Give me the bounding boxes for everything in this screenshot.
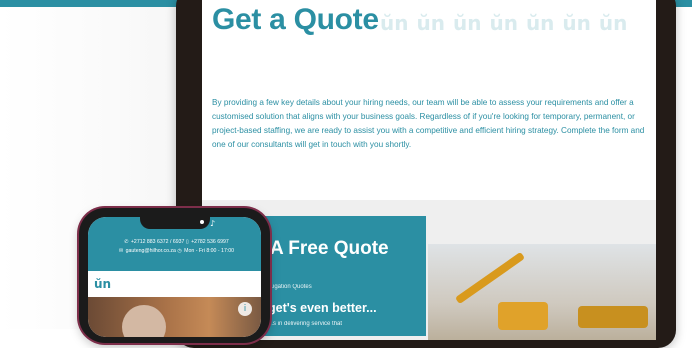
phone-icon: ✆ [124, 239, 129, 245]
camera-dot [200, 220, 204, 224]
worker-helmet [122, 305, 166, 337]
phone-contact-info: ✆ +2712 883 6372 / 6937 ▯ +2782 536 6997… [92, 238, 261, 256]
email-hours-line: ✉ gauteng@hilhor.co.za ◷ Mon - Fri 8:00 … [92, 247, 261, 256]
construction-photo [428, 244, 656, 340]
email-icon: ✉ [118, 248, 124, 254]
excavator-arm [454, 251, 526, 305]
phone-hero-photo: i [88, 297, 261, 337]
free-quote-title: A Free Quote [270, 238, 389, 259]
excavator-secondary [578, 306, 648, 328]
phone-logo[interactable]: ŭn [94, 277, 111, 291]
info-badge-icon[interactable]: i [238, 302, 252, 316]
phone-screen: ♪ ✆ +2712 883 6372 / 6937 ▯ +2782 536 69… [88, 217, 261, 337]
phone-numbers[interactable]: +2712 883 6372 / 6937 [131, 239, 185, 245]
page-title: Get a Quote [212, 3, 379, 36]
phone-nav-bar: ŭn [88, 271, 261, 297]
email-address[interactable]: gauteng@hilhor.co.za [126, 248, 176, 254]
phone-mockup: ♪ ✆ +2712 883 6372 / 6937 ▯ +2782 536 69… [79, 208, 270, 343]
free-quote-heading: get's even better... [268, 301, 377, 315]
business-hours: Mon - Fri 8:00 - 17:00 [184, 248, 235, 254]
clock-icon: ◷ [177, 248, 182, 254]
brand-logo-mark: ŭn [562, 11, 591, 35]
brand-logo-mark: ŭn [598, 11, 628, 35]
free-quote-subtitle: ...igation Quotes [268, 284, 312, 290]
phone-numbers-line: ✆ +2712 883 6372 / 6937 ▯ +2782 536 6997 [92, 238, 261, 247]
tiktok-icon[interactable]: ♪ [210, 219, 215, 228]
brand-logo-pattern: ŭn ŭn ŭn ŭn ŭn ŭn ŭn [380, 8, 627, 38]
mobile-number[interactable]: +2782 536 6997 [191, 239, 229, 245]
intro-paragraph: By providing a few key details about you… [212, 98, 645, 149]
brand-logo-mark: ŭn [416, 11, 445, 35]
free-quote-paragraph: ...s in delivering service that [268, 321, 343, 327]
brand-logo-mark: ŭn [452, 11, 482, 35]
brand-logo-mark: ŭn [489, 11, 518, 35]
brand-logo-mark: ŭn [380, 11, 409, 35]
excavator-body [498, 302, 548, 330]
mobile-icon: ▯ [185, 239, 189, 245]
phone-contact-bar: ♪ ✆ +2712 883 6372 / 6937 ▯ +2782 536 69… [88, 217, 261, 271]
brand-logo-mark: ŭn [525, 11, 555, 35]
free-quote-card: A Free Quote ...igation Quotes get's eve… [246, 216, 426, 336]
